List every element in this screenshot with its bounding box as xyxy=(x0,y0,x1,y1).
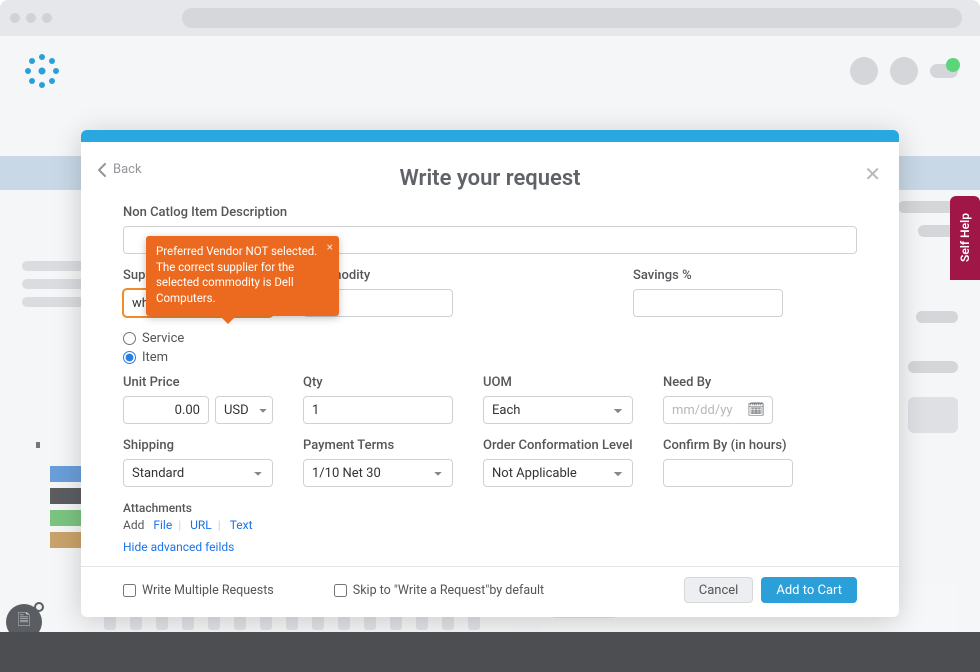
add-to-cart-button[interactable]: Add to Cart xyxy=(761,577,857,603)
online-indicator-icon xyxy=(946,58,960,72)
order-conf-select[interactable]: Not Applicable xyxy=(483,459,633,487)
modal-footer: Write Multiple Requests Skip to "Write a… xyxy=(81,566,899,617)
back-button[interactable]: Back xyxy=(97,162,142,177)
modal-title: Write your request xyxy=(101,166,879,191)
unit-price-input[interactable] xyxy=(123,396,209,424)
write-multiple-checkbox[interactable]: Write Multiple Requests xyxy=(123,583,274,598)
chip-dark xyxy=(50,488,82,504)
payment-terms-label: Payment Terms xyxy=(303,438,453,453)
traffic-close[interactable] xyxy=(10,13,20,23)
url-bar[interactable] xyxy=(182,8,962,28)
uom-select[interactable]: Each xyxy=(483,396,633,424)
close-icon: ✕ xyxy=(864,162,881,186)
chip-tan xyxy=(50,532,82,548)
confirm-by-label: Confirm By (in hours) xyxy=(663,438,793,453)
app-logo[interactable] xyxy=(22,51,62,91)
skeleton-line xyxy=(908,361,958,373)
cancel-button[interactable]: Cancel xyxy=(684,577,754,603)
back-label: Back xyxy=(113,162,142,177)
savings-input[interactable] xyxy=(633,289,783,317)
shipping-label: Shipping xyxy=(123,438,273,453)
header-status[interactable] xyxy=(930,64,958,78)
color-chips xyxy=(50,442,82,548)
attach-file-link[interactable]: File xyxy=(153,518,172,532)
order-conf-label: Order Conformation Level xyxy=(483,438,633,453)
attach-add-label: Add xyxy=(123,518,144,532)
service-radio[interactable]: Service xyxy=(123,331,857,346)
attach-url-link[interactable]: URL xyxy=(190,518,212,532)
uom-label: UOM xyxy=(483,375,633,390)
qty-label: Qty xyxy=(303,375,453,390)
qty-input[interactable] xyxy=(303,396,453,424)
savings-label: Savings % xyxy=(633,268,783,283)
need-by-input[interactable] xyxy=(663,396,773,424)
skip-default-checkbox[interactable]: Skip to "Write a Request"by default xyxy=(334,583,544,598)
item-radio[interactable]: Item xyxy=(123,350,857,365)
tooltip-close-icon[interactable]: × xyxy=(327,239,333,255)
skeleton-line xyxy=(898,201,958,213)
skeleton-block xyxy=(908,397,958,433)
traffic-max[interactable] xyxy=(42,13,52,23)
attachments-row: Attachments Add File| URL| Text xyxy=(123,501,857,532)
hide-advanced-link[interactable]: Hide advanced feilds xyxy=(123,540,234,554)
item-radio-label: Item xyxy=(142,350,168,365)
skip-default-label: Skip to "Write a Request"by default xyxy=(353,583,544,598)
validation-tooltip: × Preferred Vendor NOT selected. The cor… xyxy=(146,236,339,316)
traffic-lights xyxy=(10,13,52,23)
modal-accent-bar xyxy=(81,130,899,142)
header-right xyxy=(850,57,958,85)
chip-blue xyxy=(50,466,82,482)
chevron-left-icon xyxy=(97,163,107,177)
tooltip-text: Preferred Vendor NOT selected. The corre… xyxy=(156,244,317,305)
currency-select[interactable]: USD xyxy=(215,396,273,424)
traffic-min[interactable] xyxy=(26,13,36,23)
browser-chrome xyxy=(0,0,980,36)
service-radio-label: Service xyxy=(142,331,184,346)
fab-badge xyxy=(34,602,44,612)
unit-price-label: Unit Price xyxy=(123,375,273,390)
shipping-select[interactable]: Standard xyxy=(123,459,273,487)
header-avatar-2[interactable] xyxy=(890,57,918,85)
self-help-tab[interactable]: Self Help xyxy=(950,196,980,280)
write-multiple-label: Write Multiple Requests xyxy=(142,583,274,598)
request-modal: Back ✕ Write your request Non Catlog Ite… xyxy=(81,130,899,617)
type-radio-group: Service Item xyxy=(123,331,857,365)
confirm-by-input[interactable] xyxy=(663,459,793,487)
skeleton-line xyxy=(916,311,958,323)
page-footer-bar xyxy=(0,632,980,672)
chip-marker xyxy=(36,442,40,448)
need-by-label: Need By xyxy=(663,375,773,390)
attachments-label: Attachments xyxy=(123,501,857,515)
app-header xyxy=(0,36,980,106)
close-button[interactable]: ✕ xyxy=(864,162,881,186)
attach-text-link[interactable]: Text xyxy=(230,518,253,532)
chip-green xyxy=(50,510,82,526)
page-background: 🗎 Self Help × Preferred Vendor NOT selec… xyxy=(0,36,980,672)
header-avatar-1[interactable] xyxy=(850,57,878,85)
payment-terms-select[interactable]: 1/10 Net 30 xyxy=(303,459,453,487)
modal-header: Back ✕ Write your request xyxy=(81,142,899,195)
description-label: Non Catlog Item Description xyxy=(123,205,857,220)
